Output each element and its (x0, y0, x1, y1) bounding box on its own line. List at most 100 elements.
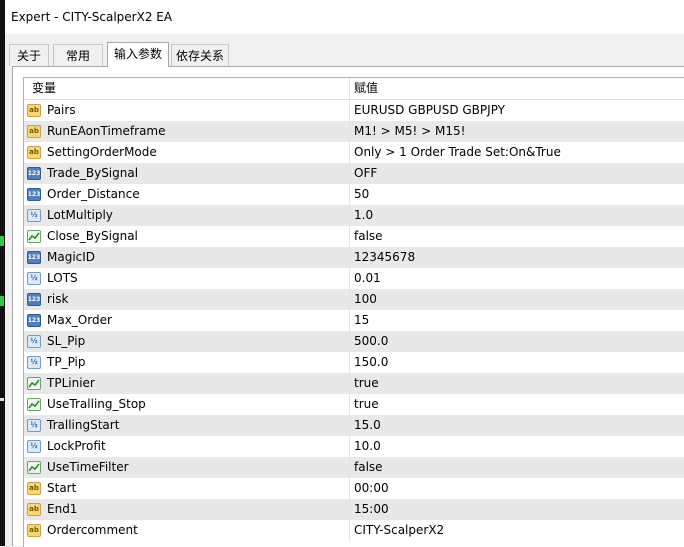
value-cell[interactable]: 10.0 (350, 436, 381, 457)
variable-name: End1 (47, 502, 78, 516)
table-row[interactable]: ab SettingOrderMode Only > 1 Order Trade S… (24, 142, 684, 163)
variable-name: MagicID (47, 250, 96, 264)
variable-cell: TPLinier (24, 373, 350, 394)
table-row[interactable]: ½ LOTS 0.01 (24, 268, 684, 289)
variable-name: Start (47, 481, 77, 495)
table-row[interactable]: ½ TrallingStart 15.0 (24, 415, 684, 436)
variable-cell: 123 Trade_BySignal (24, 163, 350, 184)
tab-bar: 关于 常用 输入参数 依存关系 (5, 42, 684, 67)
integer-icon: 123 (27, 314, 41, 327)
variable-name: Pairs (47, 103, 76, 117)
value-cell[interactable]: 50 (350, 184, 369, 205)
value-cell[interactable]: CITY-ScalperX2 (350, 520, 444, 541)
variable-cell: ab End1 (24, 499, 350, 520)
variable-cell: ab Ordercomment (24, 520, 350, 541)
chart-candle (0, 296, 4, 306)
variable-cell: UseTralling_Stop (24, 394, 350, 415)
table-row[interactable]: ½ LotMultiply 1.0 (24, 205, 684, 226)
column-header-value[interactable]: 赋值 (350, 78, 378, 99)
double-icon: ½ (27, 335, 41, 348)
value-cell[interactable]: 150.0 (350, 352, 388, 373)
double-icon: ½ (27, 440, 41, 453)
table-row[interactable]: 123 Max_Order 15 (24, 310, 684, 331)
table-row[interactable]: 123 Trade_BySignal OFF (24, 163, 684, 184)
variable-name: LotMultiply (47, 208, 113, 222)
value-cell[interactable]: 15.0 (350, 415, 381, 436)
variable-cell: ab Start (24, 478, 350, 499)
value-cell[interactable]: 1.0 (350, 205, 373, 226)
table-row[interactable]: ½ SL_Pip 500.0 (24, 331, 684, 352)
variable-cell: ½ LockProfit (24, 436, 350, 457)
variable-name: RunEAonTimeframe (47, 124, 166, 138)
value-cell[interactable]: 12345678 (350, 247, 415, 268)
table-row[interactable]: 123 Order_Distance 50 (24, 184, 684, 205)
table-row[interactable]: ab Pairs EURUSD GBPUSD GBPJPY (24, 100, 684, 121)
integer-icon: 123 (27, 167, 41, 180)
table-row[interactable]: 123 MagicID 12345678 (24, 247, 684, 268)
value-cell[interactable]: OFF (350, 163, 377, 184)
value-cell[interactable]: false (350, 457, 383, 478)
table-row[interactable]: Close_BySignal false (24, 226, 684, 247)
integer-icon: 123 (27, 251, 41, 264)
table-row[interactable]: ½ LockProfit 10.0 (24, 436, 684, 457)
table-row[interactable]: UseTralling_Stop true (24, 394, 684, 415)
variable-cell: 123 Order_Distance (24, 184, 350, 205)
variable-name: UseTimeFilter (47, 460, 129, 474)
table-row[interactable]: ab RunEAonTimeframe M1! > M5! > M15! (24, 121, 684, 142)
boolean-icon (27, 230, 41, 243)
table-row[interactable]: ab Start 00:00 (24, 478, 684, 499)
value-cell[interactable]: 100 (350, 289, 377, 310)
integer-icon: 123 (27, 188, 41, 201)
value-cell[interactable]: 15 (350, 310, 369, 331)
string-icon: ab (27, 104, 41, 117)
parameters-table: 变量 赋值 ab Pairs EURUSD GBPUSD GBPJPY ab RunEA… (23, 77, 684, 547)
boolean-icon (27, 398, 41, 411)
variable-cell: ab Pairs (24, 100, 350, 121)
variable-name: TrallingStart (47, 418, 120, 432)
variable-cell: 123 Max_Order (24, 310, 350, 331)
value-cell[interactable]: Only > 1 Order Trade Set:On&True (350, 142, 561, 163)
table-row[interactable]: ½ TP_Pip 150.0 (24, 352, 684, 373)
table-body: ab Pairs EURUSD GBPUSD GBPJPY ab RunEAonTime… (24, 100, 684, 541)
tab-common[interactable]: 常用 (53, 44, 103, 66)
value-cell[interactable]: 0.01 (350, 268, 381, 289)
table-row[interactable]: TPLinier true (24, 373, 684, 394)
string-icon: ab (27, 503, 41, 516)
value-cell[interactable]: false (350, 226, 383, 247)
variable-cell: 123 MagicID (24, 247, 350, 268)
value-cell[interactable]: true (350, 394, 379, 415)
variable-cell: 123 risk (24, 289, 350, 310)
boolean-icon (27, 461, 41, 474)
value-cell[interactable]: 500.0 (350, 331, 388, 352)
value-cell[interactable]: M1! > M5! > M15! (350, 121, 465, 142)
double-icon: ½ (27, 209, 41, 222)
variable-cell: ab RunEAonTimeframe (24, 121, 350, 142)
tab-about[interactable]: 关于 (9, 44, 49, 66)
value-cell[interactable]: 00:00 (350, 478, 389, 499)
integer-icon: 123 (27, 293, 41, 306)
variable-name: Trade_BySignal (47, 166, 139, 180)
column-header-variable[interactable]: 变量 (24, 78, 350, 99)
window-titlebar[interactable]: Expert - CITY-ScalperX2 EA (5, 0, 684, 34)
value-cell[interactable]: true (350, 373, 379, 394)
variable-cell: UseTimeFilter (24, 457, 350, 478)
variable-cell: ½ TrallingStart (24, 415, 350, 436)
tab-dependencies[interactable]: 依存关系 (171, 44, 229, 66)
string-icon: ab (27, 524, 41, 537)
string-icon: ab (27, 482, 41, 495)
inputs-panel: 变量 赋值 ab Pairs EURUSD GBPUSD GBPJPY ab RunEA… (12, 66, 684, 547)
tab-inputs[interactable]: 输入参数 (107, 42, 169, 67)
variable-cell: ab SettingOrderMode (24, 142, 350, 163)
variable-name: Order_Distance (47, 187, 140, 201)
chart-candle (0, 398, 4, 401)
table-row[interactable]: ab Ordercomment CITY-ScalperX2 (24, 520, 684, 541)
variable-name: SL_Pip (47, 334, 86, 348)
table-row[interactable]: ab End1 15:00 (24, 499, 684, 520)
string-icon: ab (27, 146, 41, 159)
table-row[interactable]: UseTimeFilter false (24, 457, 684, 478)
value-cell[interactable]: 15:00 (350, 499, 389, 520)
value-cell[interactable]: EURUSD GBPUSD GBPJPY (350, 100, 505, 121)
table-header: 变量 赋值 (24, 78, 684, 100)
table-row[interactable]: 123 risk 100 (24, 289, 684, 310)
variable-cell: ½ TP_Pip (24, 352, 350, 373)
